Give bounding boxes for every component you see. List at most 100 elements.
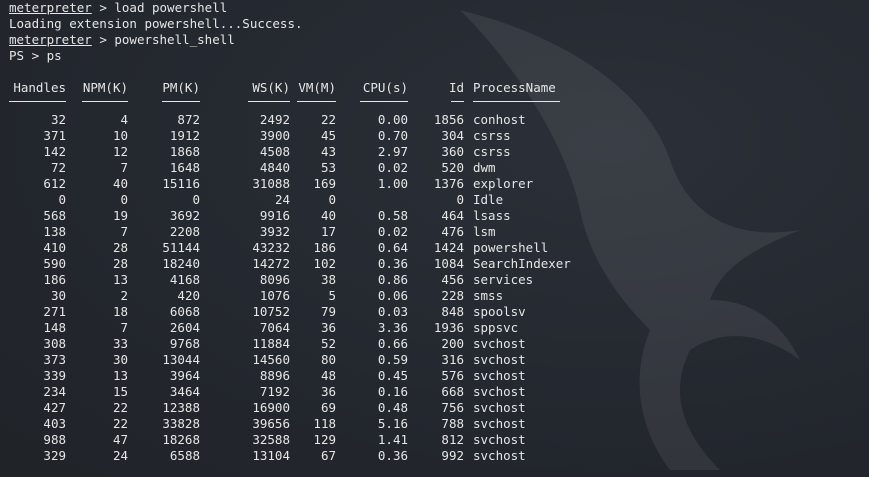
- cell-vm: 102: [313, 256, 336, 271]
- cell-pm: 1648: [169, 160, 200, 175]
- cell-npm: 22: [112, 416, 128, 431]
- cell-cpu: 0.45: [377, 368, 408, 383]
- cell-id: 476: [441, 224, 464, 239]
- cell-name: svchost: [473, 368, 526, 383]
- cell-ws: 2492: [259, 112, 290, 127]
- cell-ws: 4508: [259, 144, 290, 159]
- cell-vm: 17: [320, 224, 336, 239]
- cell-npm: 13: [112, 272, 128, 287]
- cell-ws: 10752: [252, 304, 290, 319]
- cell-pm: 4168: [169, 272, 200, 287]
- cell-cpu: 0.36: [377, 256, 408, 271]
- cell-ws: 1076: [259, 288, 290, 303]
- cell-vm: 43: [320, 144, 336, 159]
- cell-handles: 329: [43, 448, 66, 463]
- cell-handles: 234: [43, 384, 66, 399]
- cell-handles: 148: [43, 320, 66, 335]
- header-separator: [9, 101, 66, 102]
- cell-ws: 14560: [252, 352, 290, 367]
- cell-handles: 0: [58, 192, 66, 207]
- cell-handles: 371: [43, 128, 66, 143]
- header-ws: WS(K): [252, 80, 290, 95]
- cell-pm: 15116: [162, 176, 200, 191]
- cell-cpu: 0.03: [377, 304, 408, 319]
- header-separator: [473, 101, 560, 102]
- cell-id: 576: [441, 368, 464, 383]
- cell-ws: 11884: [252, 336, 290, 351]
- header-separator: [248, 101, 290, 102]
- cell-cpu: 5.16: [377, 416, 408, 431]
- cell-cpu: 0.36: [377, 448, 408, 463]
- cell-pm: 2208: [169, 224, 200, 239]
- cell-handles: 988: [43, 432, 66, 447]
- cell-name: svchost: [473, 336, 526, 351]
- cell-id: 848: [441, 304, 464, 319]
- cell-pm: 12388: [162, 400, 200, 415]
- cell-vm: 67: [320, 448, 336, 463]
- cell-vm: 22: [320, 112, 336, 127]
- cell-cpu: [350, 192, 408, 208]
- cell-cpu: 0.02: [377, 224, 408, 239]
- cell-handles: 30: [50, 288, 66, 303]
- header-pm: PM(K): [162, 80, 200, 95]
- terminal-line-3: meterpreter > powershell_shell: [9, 32, 235, 48]
- cell-vm: 118: [313, 416, 336, 431]
- cell-npm: 18: [112, 304, 128, 319]
- cell-cpu: 0.58: [377, 208, 408, 223]
- cell-ws: 3900: [259, 128, 290, 143]
- cell-vm: 5: [328, 288, 336, 303]
- terminal-line-4: PS > ps: [9, 48, 62, 63]
- cell-npm: 47: [112, 432, 128, 447]
- cell-name: svchost: [473, 432, 526, 447]
- cell-pm: 6068: [169, 304, 200, 319]
- header-separator: [162, 101, 200, 102]
- cell-handles: 72: [50, 160, 66, 175]
- cell-vm: 69: [320, 400, 336, 415]
- cell-name: SearchIndexer: [473, 256, 571, 271]
- cell-cpu: 0.64: [377, 240, 408, 255]
- cell-id: 0: [456, 192, 464, 207]
- cell-cpu: 0.59: [377, 352, 408, 367]
- cell-name: lsm: [473, 224, 496, 239]
- cell-name: svchost: [473, 400, 526, 415]
- cell-vm: 129: [313, 432, 336, 447]
- cell-pm: 1912: [169, 128, 200, 143]
- cell-cpu: 0.16: [377, 384, 408, 399]
- cell-id: 316: [441, 352, 464, 367]
- cell-vm: 38: [320, 272, 336, 287]
- cell-id: 756: [441, 400, 464, 415]
- cell-ws: 4840: [259, 160, 290, 175]
- header-processname: ProcessName: [473, 80, 556, 95]
- cell-id: 668: [441, 384, 464, 399]
- cell-cpu: 0.48: [377, 400, 408, 415]
- cell-id: 520: [441, 160, 464, 175]
- cell-vm: 0: [328, 192, 336, 207]
- terminal-line-1: meterpreter > load powershell: [9, 0, 227, 16]
- cell-name: csrss: [473, 128, 511, 143]
- terminal-window[interactable]: meterpreter > load powershell Loading ex…: [0, 0, 869, 477]
- cell-id: 1376: [433, 176, 464, 191]
- header-cpu: CPU(s): [362, 80, 408, 95]
- cell-id: 304: [441, 128, 464, 143]
- header-separator: [360, 101, 408, 102]
- cell-ws: 13104: [252, 448, 290, 463]
- cell-npm: 15: [112, 384, 128, 399]
- cell-handles: 427: [43, 400, 66, 415]
- header-separator: [451, 101, 464, 102]
- cell-vm: 80: [320, 352, 336, 367]
- cell-handles: 138: [43, 224, 66, 239]
- cell-vm: 36: [320, 320, 336, 335]
- cell-npm: 10: [112, 128, 128, 143]
- cell-npm: 24: [112, 448, 128, 463]
- cell-name: powershell: [473, 240, 549, 255]
- cell-cpu: 0.86: [377, 272, 408, 287]
- cell-handles: 271: [43, 304, 66, 319]
- cell-pm: 3464: [169, 384, 200, 399]
- terminal-line-2: Loading extension powershell...Success.: [9, 16, 303, 31]
- cell-cpu: 0.02: [377, 160, 408, 175]
- cell-name: spoolsv: [473, 304, 526, 319]
- command-text: > powershell_shell: [91, 32, 235, 47]
- cell-id: 1856: [433, 112, 464, 127]
- cell-ws: 7064: [259, 320, 290, 335]
- cell-name: svchost: [473, 352, 526, 367]
